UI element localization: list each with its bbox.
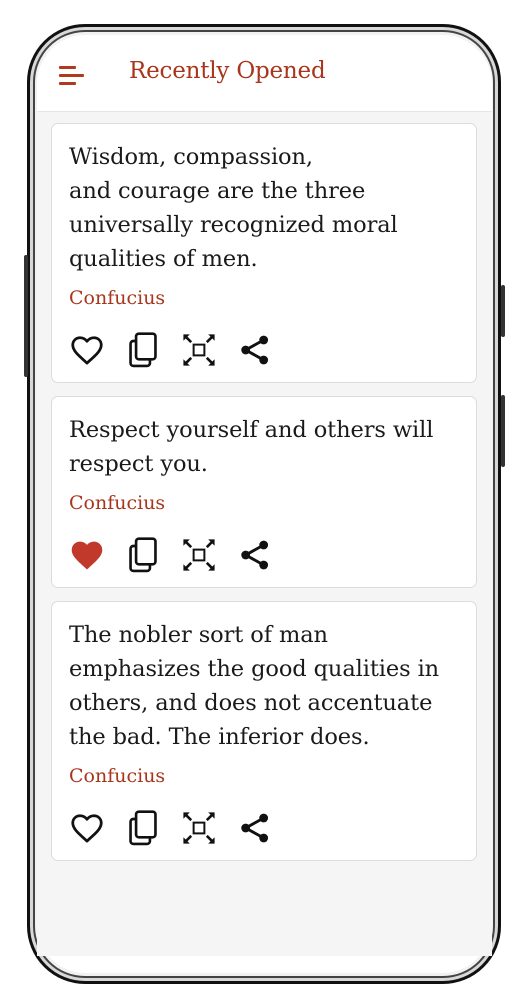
quote-actions bbox=[69, 332, 460, 368]
quote-author[interactable]: Confucius bbox=[69, 491, 460, 515]
quote-card: Respect yourself and others will respect… bbox=[51, 396, 477, 588]
fullscreen-button[interactable] bbox=[181, 332, 217, 368]
heart-icon bbox=[69, 812, 105, 844]
copy-icon bbox=[127, 537, 159, 573]
copy-icon bbox=[127, 332, 159, 368]
quote-text: Respect yourself and others will respect… bbox=[69, 417, 434, 477]
quote-actions bbox=[69, 537, 460, 573]
side-button bbox=[501, 395, 505, 467]
copy-button[interactable] bbox=[125, 537, 161, 573]
favorite-button[interactable] bbox=[69, 332, 105, 368]
app-screen: Recently Opened Wisdom, compassion, and … bbox=[37, 36, 492, 956]
quote-card: Wisdom, compassion, and courage are the … bbox=[51, 123, 477, 383]
quote-author[interactable]: Confucius bbox=[69, 286, 460, 310]
volume-button bbox=[24, 255, 28, 377]
quote-author[interactable]: Confucius bbox=[69, 764, 460, 788]
copy-icon bbox=[127, 810, 159, 846]
quote-actions bbox=[69, 810, 460, 846]
app-bar: Recently Opened bbox=[37, 36, 492, 112]
share-button[interactable] bbox=[237, 810, 273, 846]
share-button[interactable] bbox=[237, 332, 273, 368]
power-button bbox=[501, 285, 505, 337]
expand-icon bbox=[182, 811, 216, 845]
hamburger-menu-icon[interactable] bbox=[59, 64, 87, 88]
page-title: Recently Opened bbox=[129, 58, 326, 84]
copy-button[interactable] bbox=[125, 332, 161, 368]
quote-text: The nobler sort of man emphasizes the go… bbox=[69, 622, 440, 750]
copy-button[interactable] bbox=[125, 810, 161, 846]
favorite-button[interactable] bbox=[69, 810, 105, 846]
quote-list: Wisdom, compassion, and courage are the … bbox=[51, 123, 477, 874]
expand-icon bbox=[182, 538, 216, 572]
share-button[interactable] bbox=[237, 537, 273, 573]
heart-icon bbox=[69, 334, 105, 366]
fullscreen-button[interactable] bbox=[181, 810, 217, 846]
share-icon bbox=[239, 334, 271, 366]
fullscreen-button[interactable] bbox=[181, 537, 217, 573]
share-icon bbox=[239, 812, 271, 844]
share-icon bbox=[239, 539, 271, 571]
quote-card: The nobler sort of man emphasizes the go… bbox=[51, 601, 477, 861]
favorite-button[interactable] bbox=[69, 537, 105, 573]
quote-text: Wisdom, compassion, and courage are the … bbox=[69, 144, 398, 272]
heart-icon bbox=[69, 539, 105, 571]
expand-icon bbox=[182, 333, 216, 367]
